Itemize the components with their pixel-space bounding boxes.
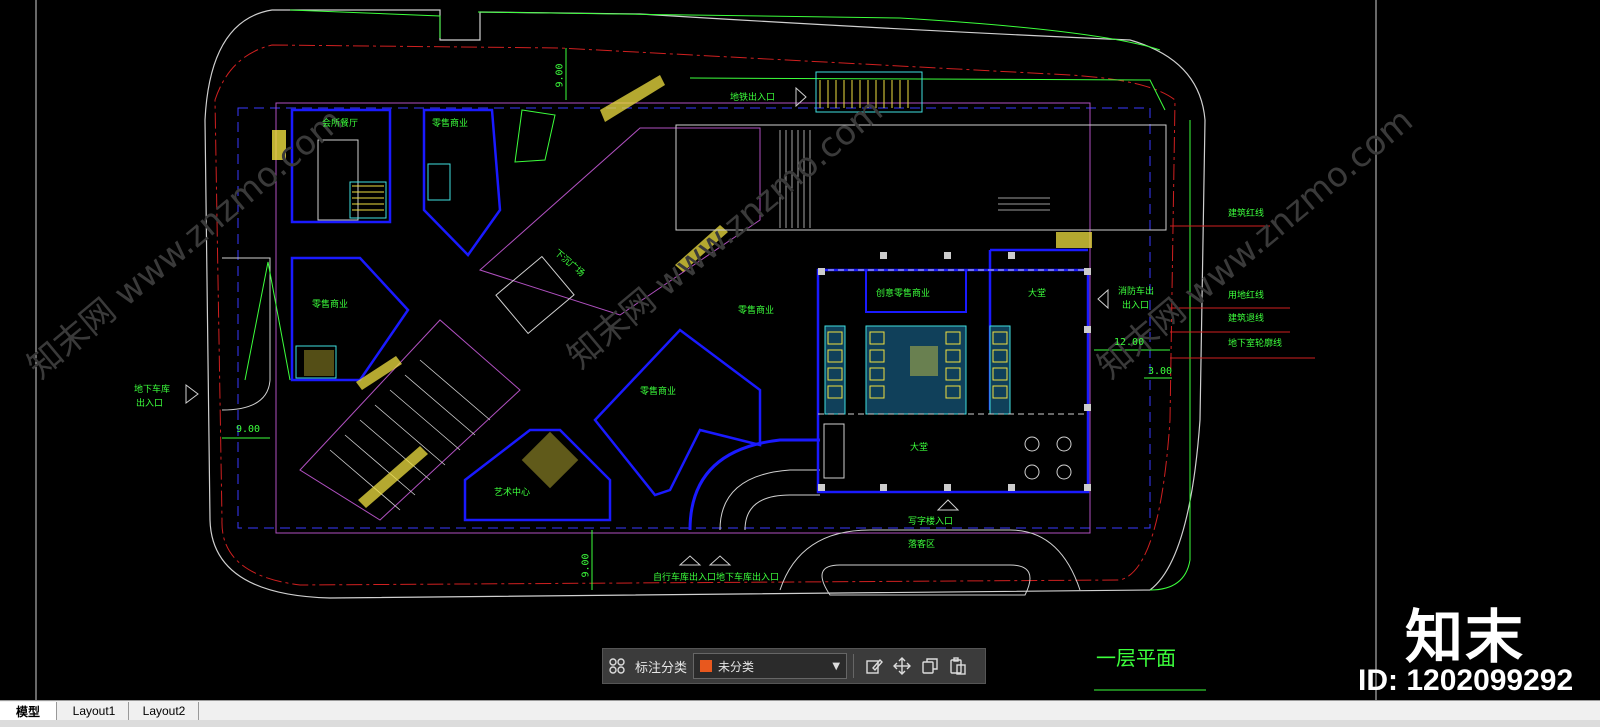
- entrance-arrow: [936, 499, 960, 511]
- escalator: [1056, 232, 1092, 248]
- elevator-core: [427, 163, 451, 201]
- legend-text: 地下室轮廓线: [1228, 339, 1283, 349]
- label-entrance: 地下车库: [134, 385, 171, 395]
- tab-layout2[interactable]: Layout2: [130, 702, 199, 720]
- dimension-label: 9.00: [236, 424, 261, 435]
- drawing-title: 一层平面: [1096, 646, 1176, 670]
- entrance-arrow: [1097, 288, 1109, 310]
- legend-text: 建筑红线: [1228, 209, 1265, 219]
- stair-fill: [304, 350, 334, 376]
- road-line: [477, 11, 1161, 51]
- label-entrance: 地铁出入口: [730, 93, 776, 103]
- label-lobby: 大堂: [1028, 289, 1047, 299]
- label-entrance: 消防车出: [1118, 287, 1155, 297]
- layout-tab-bar: 模型 Layout1 Layout2: [0, 700, 1600, 721]
- label-entrance: 出入口: [1122, 301, 1150, 311]
- entrance-arrow: [678, 555, 702, 566]
- plaza-pit: [495, 255, 575, 335]
- category-select[interactable]: 未分类 ▼: [693, 653, 848, 679]
- status-strip: [0, 720, 1600, 727]
- edit-icon[interactable]: [860, 652, 888, 680]
- site-boundary: [204, 9, 1206, 599]
- label-retail: 零售商业: [738, 306, 775, 316]
- label-retail: 零售商业: [312, 300, 349, 310]
- label-hall: 大堂: [910, 443, 929, 453]
- label-art-center: 艺术中心: [494, 488, 531, 498]
- label-entrance: 地下车库出入口: [716, 573, 780, 583]
- dimension-label: 9.00: [554, 63, 566, 88]
- tab-model[interactable]: 模型: [0, 702, 57, 720]
- ramp-curve: [744, 494, 820, 531]
- watermark-id: ID: 1202099292: [1358, 664, 1574, 697]
- reception-desk: [823, 423, 845, 479]
- cad-drawing-canvas[interactable]: 知末网 www.znzmo.com 知末网 www.znzmo.com 知末网 …: [0, 0, 1600, 727]
- watermark-diagonal: 知末网 www.znzmo.com: [20, 100, 351, 386]
- move-icon[interactable]: [888, 652, 916, 680]
- category-value: 未分类: [718, 659, 755, 674]
- stair-core: [349, 181, 387, 219]
- label-entrance: 自行车库出入口: [653, 573, 717, 583]
- retail-plaza-wall: [593, 328, 762, 497]
- watermark-logo: 知末: [1405, 603, 1526, 671]
- label-dropoff: 落客区: [908, 540, 936, 550]
- dimension-label: 3.00: [1148, 366, 1173, 377]
- entrance-arrow: [185, 384, 199, 404]
- dropoff-island: [821, 564, 1031, 596]
- ramp-curve: [719, 469, 820, 531]
- road-line: [1149, 120, 1191, 591]
- paste-icon[interactable]: [944, 652, 972, 680]
- chevron-down-icon: ▼: [832, 660, 841, 672]
- legend-text: 用地红线: [1228, 291, 1265, 301]
- legend-text: 建筑退线: [1228, 314, 1265, 324]
- label-entrance: 出入口: [136, 399, 164, 409]
- label-creative-retail: 创意零售商业: [876, 289, 931, 299]
- toolbar-label: 标注分类: [635, 660, 688, 676]
- category-color-swatch: [700, 660, 713, 672]
- red-line: [214, 44, 1176, 586]
- label-restaurant: 会所餐厅: [322, 119, 359, 129]
- dimension-label: 9.00: [580, 553, 592, 578]
- retail-wall: [422, 108, 502, 257]
- label-entrance: 写字楼入口: [908, 517, 954, 527]
- dimension-label: 12.00: [1114, 337, 1145, 348]
- entrance-arrow: [708, 555, 732, 566]
- planter: [514, 109, 556, 163]
- setback-line: [237, 107, 1151, 529]
- ramp-curve: [688, 438, 820, 531]
- grid-view-icon[interactable]: [603, 652, 631, 680]
- copy-icon[interactable]: [916, 652, 944, 680]
- annotation-toolbar: 标注分类 未分类 ▼: [602, 648, 986, 684]
- toolbar-divider: [853, 654, 855, 678]
- label-retail: 零售商业: [432, 119, 469, 129]
- road-line: [289, 9, 441, 38]
- left-road: [221, 257, 271, 411]
- escalator: [600, 75, 665, 122]
- tab-layout1[interactable]: Layout1: [60, 702, 129, 720]
- ramp-triangle: [244, 261, 291, 381]
- stair-fill: [910, 346, 938, 376]
- label-retail: 零售商业: [640, 387, 677, 397]
